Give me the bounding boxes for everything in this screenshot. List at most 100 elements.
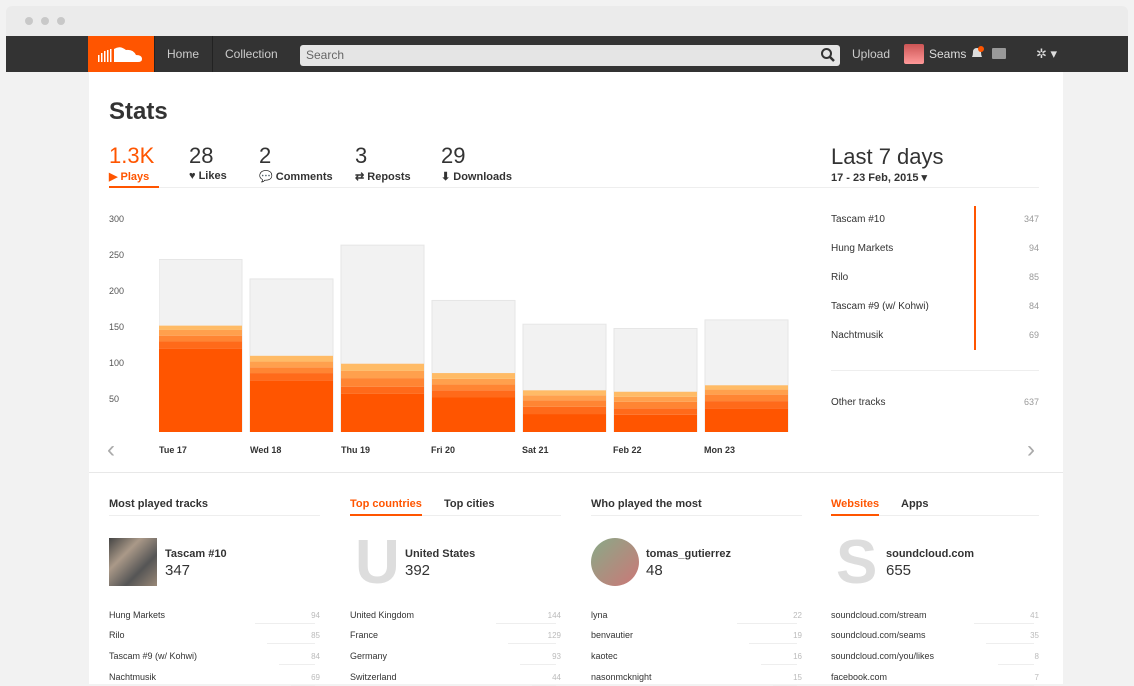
range-dropdown[interactable]: 17 - 23 Feb, 2015 ▾ bbox=[831, 171, 927, 184]
chevron-right-icon[interactable]: › bbox=[1027, 436, 1035, 464]
websites-item-bar-2 bbox=[998, 664, 1034, 665]
websites-item-label-3[interactable]: facebook.com bbox=[831, 672, 887, 682]
bar-segment-2-1[interactable] bbox=[341, 386, 424, 394]
close-window-button[interactable] bbox=[25, 17, 33, 25]
who_played-item-label-0[interactable]: lyna bbox=[591, 610, 608, 620]
track-artwork[interactable] bbox=[109, 538, 157, 586]
bar-segment-5-3[interactable] bbox=[614, 396, 697, 402]
bar-segment-2-3[interactable] bbox=[341, 370, 424, 379]
bar-segment-1-3[interactable] bbox=[250, 361, 333, 368]
bar-segment-0-2[interactable] bbox=[159, 335, 242, 342]
bar-segment-6-0[interactable] bbox=[705, 408, 788, 432]
bar-segment-3-1[interactable] bbox=[432, 390, 515, 398]
websites-item-label-1[interactable]: soundcloud.com/seams bbox=[831, 630, 926, 640]
user-avatar[interactable] bbox=[904, 44, 924, 64]
stat-downloads[interactable]: 29 ⬇ Downloads bbox=[441, 144, 512, 184]
messages-icon[interactable] bbox=[992, 48, 1006, 59]
title-bar bbox=[6, 6, 1128, 36]
bar-segment-4-3[interactable] bbox=[523, 395, 606, 401]
x-tick-3: Fri 20 bbox=[431, 445, 456, 455]
bar-segment-6-3[interactable] bbox=[705, 389, 788, 395]
who_played-item-value-1: 19 bbox=[793, 631, 802, 640]
who_played-item-label-2[interactable]: kaotec bbox=[591, 651, 618, 661]
bar-segment-1-0[interactable] bbox=[250, 380, 333, 432]
settings-gear-icon[interactable]: ✲ ▾ bbox=[1036, 36, 1057, 72]
tab-top-countries[interactable]: Top countries bbox=[350, 498, 422, 510]
stat-reposts[interactable]: 3 ⇄ Reposts bbox=[355, 144, 411, 184]
bar-segment-1-2[interactable] bbox=[250, 367, 333, 374]
track-value-2: 85 bbox=[1028, 272, 1039, 282]
track-name-3[interactable]: Tascam #9 (w/ Kohwi) bbox=[831, 301, 929, 312]
websites-item-label-2[interactable]: soundcloud.com/you/likes bbox=[831, 651, 934, 661]
who_played-item-bar-1 bbox=[749, 643, 797, 644]
bar-segment-2-2[interactable] bbox=[341, 378, 424, 387]
bar-segment-6-2[interactable] bbox=[705, 394, 788, 402]
stat-plays[interactable]: 1.3K ▶ Plays bbox=[109, 144, 154, 184]
most_played-item-label-3[interactable]: Nachtmusik bbox=[109, 672, 156, 682]
track-name-1[interactable]: Hung Markets bbox=[831, 243, 893, 254]
countries-item-label-2[interactable]: Germany bbox=[350, 651, 387, 661]
tracks-divider bbox=[831, 370, 1039, 371]
stat-comments[interactable]: 2 💬 Comments bbox=[259, 144, 333, 184]
bar-segment-2-4[interactable] bbox=[341, 363, 424, 371]
bar-segment-2-0[interactable] bbox=[341, 393, 424, 432]
most_played-item-label-0[interactable]: Hung Markets bbox=[109, 610, 165, 620]
most_played-item-bar-1 bbox=[267, 643, 315, 644]
bar-segment-3-3[interactable] bbox=[432, 378, 515, 385]
countries-item-value-3: 44 bbox=[552, 673, 561, 682]
search-icon[interactable] bbox=[820, 47, 836, 63]
stat-likes[interactable]: 28 ♥ Likes bbox=[189, 144, 227, 183]
chevron-left-icon[interactable]: ‹ bbox=[107, 436, 115, 464]
who_played-item-label-1[interactable]: benvautier bbox=[591, 630, 633, 640]
upload-link[interactable]: Upload bbox=[852, 36, 890, 72]
who_played-item-bar-2 bbox=[761, 664, 797, 665]
bar-segment-5-4[interactable] bbox=[614, 391, 697, 397]
bar-segment-5-0[interactable] bbox=[614, 414, 697, 432]
notifications-icon[interactable] bbox=[969, 45, 985, 61]
most-played-featured-name[interactable]: Tascam #10 bbox=[165, 548, 227, 560]
bar-segment-4-4[interactable] bbox=[523, 390, 606, 396]
bar-segment-5-2[interactable] bbox=[614, 401, 697, 409]
bar-segment-4-1[interactable] bbox=[523, 406, 606, 415]
countries-item-label-1[interactable]: France bbox=[350, 630, 378, 640]
bar-segment-0-3[interactable] bbox=[159, 329, 242, 336]
website-initial: S bbox=[836, 528, 878, 597]
countries-item-label-3[interactable]: Switzerland bbox=[350, 672, 397, 682]
tab-apps[interactable]: Apps bbox=[901, 498, 929, 510]
countries-item-label-0[interactable]: United Kingdom bbox=[350, 610, 414, 620]
who-played-featured-name[interactable]: tomas_gutierrez bbox=[646, 548, 731, 560]
bar-segment-0-0[interactable] bbox=[159, 348, 242, 432]
tab-websites[interactable]: Websites bbox=[831, 498, 879, 510]
bar-segment-1-4[interactable] bbox=[250, 355, 333, 362]
nav-home[interactable]: Home bbox=[154, 36, 211, 72]
soundcloud-logo[interactable] bbox=[88, 36, 154, 72]
bar-segment-1-1[interactable] bbox=[250, 373, 333, 381]
listener-avatar[interactable] bbox=[591, 538, 639, 586]
websites-item-label-0[interactable]: soundcloud.com/stream bbox=[831, 610, 927, 620]
track-name-0[interactable]: Tascam #10 bbox=[831, 214, 885, 225]
bar-segment-3-0[interactable] bbox=[432, 397, 515, 432]
search-input[interactable]: Search bbox=[300, 45, 840, 66]
tab-top-cities[interactable]: Top cities bbox=[444, 498, 495, 510]
minimize-window-button[interactable] bbox=[41, 17, 49, 25]
bar-segment-4-0[interactable] bbox=[523, 414, 606, 432]
track-name-4[interactable]: Nachtmusik bbox=[831, 330, 883, 341]
y-tick-150: 150 bbox=[109, 322, 125, 332]
bar-segment-6-1[interactable] bbox=[705, 401, 788, 409]
who_played-item-label-3[interactable]: nasonmcknight bbox=[591, 672, 652, 682]
bar-segment-3-2[interactable] bbox=[432, 384, 515, 391]
stat-reposts-label: ⇄ Reposts bbox=[355, 171, 411, 183]
bar-segment-0-1[interactable] bbox=[159, 341, 242, 349]
most_played-item-label-2[interactable]: Tascam #9 (w/ Kohwi) bbox=[109, 651, 197, 661]
nav-collection[interactable]: Collection bbox=[212, 36, 290, 72]
most_played-item-label-1[interactable]: Rilo bbox=[109, 630, 125, 640]
track-name-2[interactable]: Rilo bbox=[831, 272, 848, 283]
maximize-window-button[interactable] bbox=[57, 17, 65, 25]
user-name[interactable]: Seams bbox=[929, 36, 966, 72]
bar-segment-5-1[interactable] bbox=[614, 408, 697, 415]
bar-segment-6-4[interactable] bbox=[705, 385, 788, 390]
who_played-item-value-0: 22 bbox=[793, 611, 802, 620]
bar-segment-0-4[interactable] bbox=[159, 325, 242, 330]
bar-segment-4-2[interactable] bbox=[523, 400, 606, 407]
bar-segment-3-4[interactable] bbox=[432, 373, 515, 379]
